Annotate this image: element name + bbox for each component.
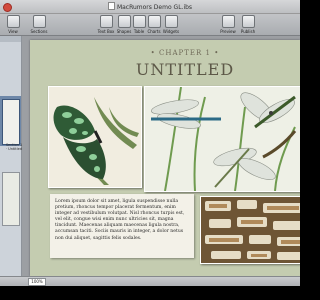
widgets-icon	[164, 15, 178, 28]
sidebar-header	[0, 36, 21, 42]
insects-image[interactable]	[200, 196, 300, 264]
dragonfly-image[interactable]	[144, 86, 300, 192]
view-button[interactable]: View	[4, 15, 22, 34]
butterfly-image[interactable]	[48, 86, 142, 188]
shapes-icon	[117, 15, 131, 28]
text-box-icon	[99, 15, 113, 28]
window-title-text: MacRumors Demo GL.ibs	[116, 4, 193, 11]
book-page: • CHAPTER 1 • UNTITLED Lorem ipsum dolor…	[30, 40, 300, 276]
publish-icon	[241, 15, 255, 28]
document-icon	[107, 2, 115, 10]
charts-icon	[147, 15, 161, 28]
publish-button[interactable]: Publish	[238, 15, 258, 34]
chapter-label[interactable]: • CHAPTER 1 •	[100, 49, 270, 57]
sidebar-item-section-1[interactable]: Section 1 · Untitled	[0, 96, 22, 151]
section-thumbnail-label: Section 1 · Untitled	[5, 143, 23, 151]
widgets-button[interactable]: Widgets	[162, 15, 180, 34]
view-icon	[6, 15, 20, 28]
sections-label: Sections	[30, 29, 48, 34]
sections-button[interactable]: Sections	[24, 15, 54, 34]
toolbar: View Sections Text Box Shapes Table Char…	[0, 14, 300, 36]
table-button[interactable]: Table	[132, 15, 146, 34]
charts-button[interactable]: Charts	[146, 15, 162, 34]
zoom-select[interactable]: 100%	[28, 278, 46, 286]
shapes-button[interactable]: Shapes	[116, 15, 132, 34]
section-thumbnail: Section 1 · Untitled	[2, 99, 22, 151]
body-text[interactable]: Lorem ipsum dolor sit amet, ligula suspe…	[55, 199, 189, 242]
body-text-box[interactable]: Lorem ipsum dolor sit amet, ligula suspe…	[50, 194, 194, 258]
shapes-label: Shapes	[116, 29, 132, 34]
charts-label: Charts	[147, 29, 161, 34]
widgets-label: Widgets	[162, 29, 180, 34]
butterfly-illustration	[49, 87, 141, 187]
window-title: MacRumors Demo GL.ibs	[0, 2, 300, 11]
publish-label: Publish	[240, 29, 256, 34]
text-box-button[interactable]: Text Box	[97, 15, 115, 34]
book-sidebar: Section 1 · Untitled	[0, 36, 22, 276]
view-label: View	[8, 29, 18, 34]
preview-button[interactable]: Preview	[218, 15, 238, 34]
table-icon	[132, 15, 146, 28]
sections-icon	[32, 15, 46, 28]
title-bar: MacRumors Demo GL.ibs	[0, 0, 300, 14]
insects-illustration	[201, 197, 300, 263]
text-box-label: Text Box	[97, 29, 115, 34]
sidebar-item-page[interactable]	[2, 172, 20, 226]
table-label: Table	[133, 29, 145, 34]
dragonfly-illustration	[145, 86, 300, 192]
preview-icon	[221, 15, 235, 28]
status-bar: 100%	[0, 276, 300, 286]
editing-canvas: • CHAPTER 1 • UNTITLED Lorem ipsum dolor…	[22, 36, 300, 276]
screen-bezel	[0, 286, 300, 300]
ibooks-author-window: MacRumors Demo GL.ibs View Sections Text…	[0, 0, 300, 300]
preview-label: Preview	[220, 29, 236, 34]
chapter-title[interactable]: UNTITLED	[100, 60, 270, 79]
